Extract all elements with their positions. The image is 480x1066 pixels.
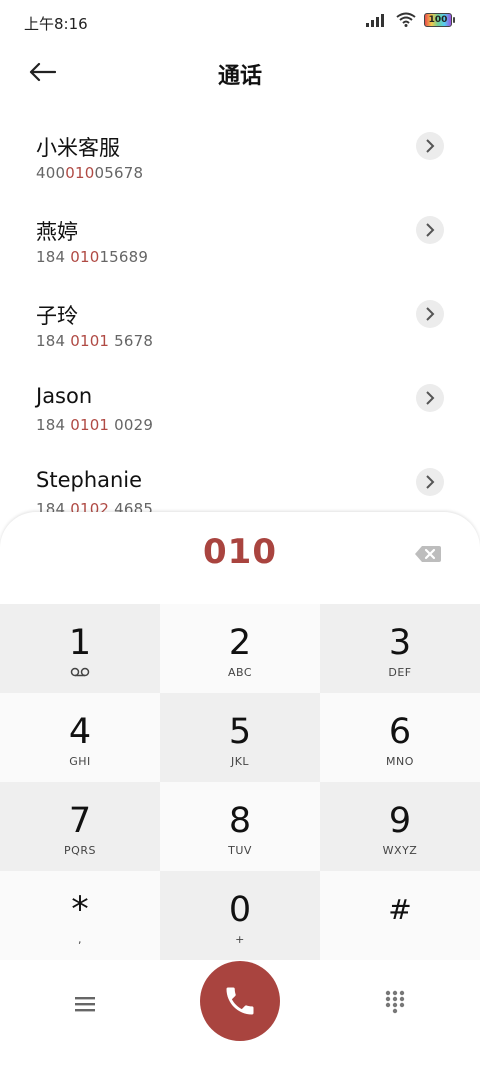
header: 通话 — [0, 46, 480, 100]
contact-detail-button[interactable] — [416, 216, 444, 244]
contact-detail-button[interactable] — [416, 300, 444, 328]
delete-button[interactable] — [414, 544, 442, 564]
contact-name: 子玲 — [36, 304, 78, 328]
contact-item[interactable]: 燕婷 184 01015689 — [0, 202, 480, 286]
key-digit: 1 — [68, 623, 92, 663]
key-3[interactable]: 3 DEF — [320, 604, 480, 693]
contact-number: 184 0101 0029 — [36, 416, 154, 434]
page-title: 通话 — [217, 64, 262, 89]
wifi-icon — [396, 12, 416, 27]
chevron-right-icon — [426, 223, 435, 237]
contact-number: 40001005678 — [36, 164, 144, 182]
key-digit: 0 — [228, 890, 252, 930]
contact-name: Jason — [36, 384, 93, 408]
chevron-right-icon — [426, 391, 435, 405]
backspace-icon — [415, 546, 441, 562]
status-icons: 100 — [366, 12, 455, 27]
contact-number: 184 0101 5678 — [36, 332, 154, 350]
chevron-right-icon — [426, 307, 435, 321]
key-letters: TUV — [228, 844, 252, 857]
contact-list: 小米客服 40001005678 燕婷 184 01015689 子玲 184 … — [0, 118, 480, 538]
chevron-right-icon — [426, 475, 435, 489]
dialpad-toggle-button[interactable] — [384, 990, 406, 1014]
key-digit: 3 — [388, 623, 412, 663]
contact-detail-button[interactable] — [416, 132, 444, 160]
signal-icon — [366, 13, 384, 27]
dialed-number: 010 — [203, 532, 277, 572]
key-digit: 2 — [228, 623, 252, 663]
contact-number: 184 01015689 — [36, 248, 149, 266]
contact-detail-button[interactable] — [416, 468, 444, 496]
status-bar: 上午8:16 100 — [0, 0, 480, 46]
bottom-bar — [0, 960, 480, 1066]
contact-item[interactable]: 小米客服 40001005678 — [0, 118, 480, 202]
key-5[interactable]: 5 JKL — [160, 693, 320, 782]
menu-icon — [75, 997, 95, 1012]
key-letters: + — [235, 933, 245, 946]
contact-item[interactable]: Jason 184 0101 0029 — [0, 370, 480, 454]
contact-name: 小米客服 — [36, 136, 120, 160]
key-letters: , — [78, 933, 82, 946]
key-digit: 4 — [68, 712, 92, 752]
key-letters: PQRS — [64, 844, 96, 857]
key-digit: * — [71, 890, 89, 930]
key-digit: # — [388, 893, 412, 926]
contact-name: Stephanie — [36, 468, 143, 492]
key-digit: 9 — [388, 801, 412, 841]
key-letters: JKL — [230, 755, 250, 768]
key-7[interactable]: 7 PQRS — [0, 782, 160, 871]
key-4[interactable]: 4 GHI — [0, 693, 160, 782]
call-button[interactable] — [200, 961, 280, 1041]
key-digit: 8 — [228, 801, 252, 841]
key-letters: DEF — [388, 666, 412, 679]
key-1[interactable]: 1 — [0, 604, 160, 693]
key-star[interactable]: * , — [0, 871, 160, 960]
key-6[interactable]: 6 MNO — [320, 693, 480, 782]
key-digit: 6 — [388, 712, 412, 752]
voicemail-icon — [70, 667, 90, 677]
dialpad-icon — [385, 990, 405, 1014]
key-hash[interactable]: # — [320, 871, 480, 960]
key-digit: 5 — [228, 712, 252, 752]
key-letters: MNO — [386, 755, 414, 768]
keypad: 1 2 ABC 3 DEF 4 GHI 5 JKL 6 MNO 7 PQRS 8… — [0, 604, 480, 960]
key-8[interactable]: 8 TUV — [160, 782, 320, 871]
contact-name: 燕婷 — [36, 220, 78, 244]
key-letters: WXYZ — [382, 844, 418, 857]
contact-detail-button[interactable] — [416, 384, 444, 412]
menu-button[interactable] — [74, 994, 96, 1014]
contact-item[interactable]: 子玲 184 0101 5678 — [0, 286, 480, 370]
dial-panel: 010 1 2 ABC 3 DEF 4 GHI 5 JKL 6 MNO 7 PQ… — [0, 512, 480, 1066]
key-2[interactable]: 2 ABC — [160, 604, 320, 693]
key-letters: ABC — [227, 666, 253, 679]
chevron-right-icon — [426, 139, 435, 153]
key-letters: GHI — [69, 755, 91, 768]
battery-icon: 100 — [424, 12, 455, 27]
phone-icon — [226, 987, 254, 1015]
key-digit: 7 — [68, 801, 92, 841]
key-9[interactable]: 9 WXYZ — [320, 782, 480, 871]
key-0[interactable]: 0 + — [160, 871, 320, 960]
status-time: 上午8:16 — [24, 15, 88, 33]
